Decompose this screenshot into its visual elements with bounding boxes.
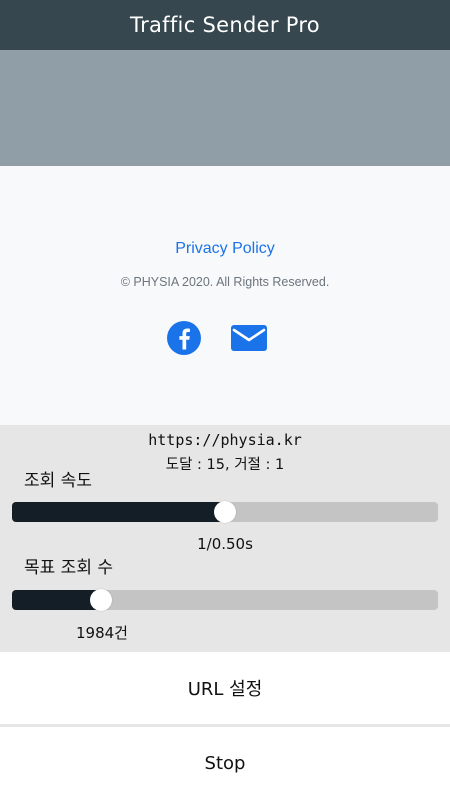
speed-value: 1/0.50s bbox=[197, 535, 253, 553]
speed-slider[interactable] bbox=[12, 501, 438, 523]
speed-label: 조회 속도 bbox=[24, 471, 92, 491]
privacy-policy-link[interactable]: Privacy Policy bbox=[0, 240, 450, 258]
target-url: https://physia.kr bbox=[148, 431, 302, 449]
traffic-controls-panel: https://physia.kr 도달 : 15, 거절 : 1 조회 속도 … bbox=[0, 425, 450, 652]
target-views-slider[interactable] bbox=[12, 589, 438, 611]
app-title: Traffic Sender Pro bbox=[130, 13, 320, 37]
speed-slider-thumb[interactable] bbox=[214, 501, 236, 523]
app-title-bar: Traffic Sender Pro bbox=[0, 0, 450, 50]
web-view[interactable]: Privacy Policy © PHYSIA 2020. All Rights… bbox=[0, 50, 450, 425]
target-views-value: 1984건 bbox=[76, 624, 128, 642]
speed-slider-fill bbox=[12, 502, 225, 522]
url-settings-button[interactable]: URL 설정 bbox=[0, 652, 450, 724]
facebook-icon[interactable] bbox=[166, 320, 202, 356]
copyright-text: © PHYSIA 2020. All Rights Reserved. bbox=[120, 275, 330, 289]
target-views-slider-fill bbox=[12, 590, 102, 610]
stop-button[interactable]: Stop bbox=[0, 727, 450, 800]
target-views-label: 목표 조회 수 bbox=[24, 558, 114, 578]
hero-banner bbox=[0, 50, 450, 166]
target-views-slider-thumb[interactable] bbox=[90, 589, 113, 611]
mail-icon[interactable] bbox=[231, 320, 267, 356]
